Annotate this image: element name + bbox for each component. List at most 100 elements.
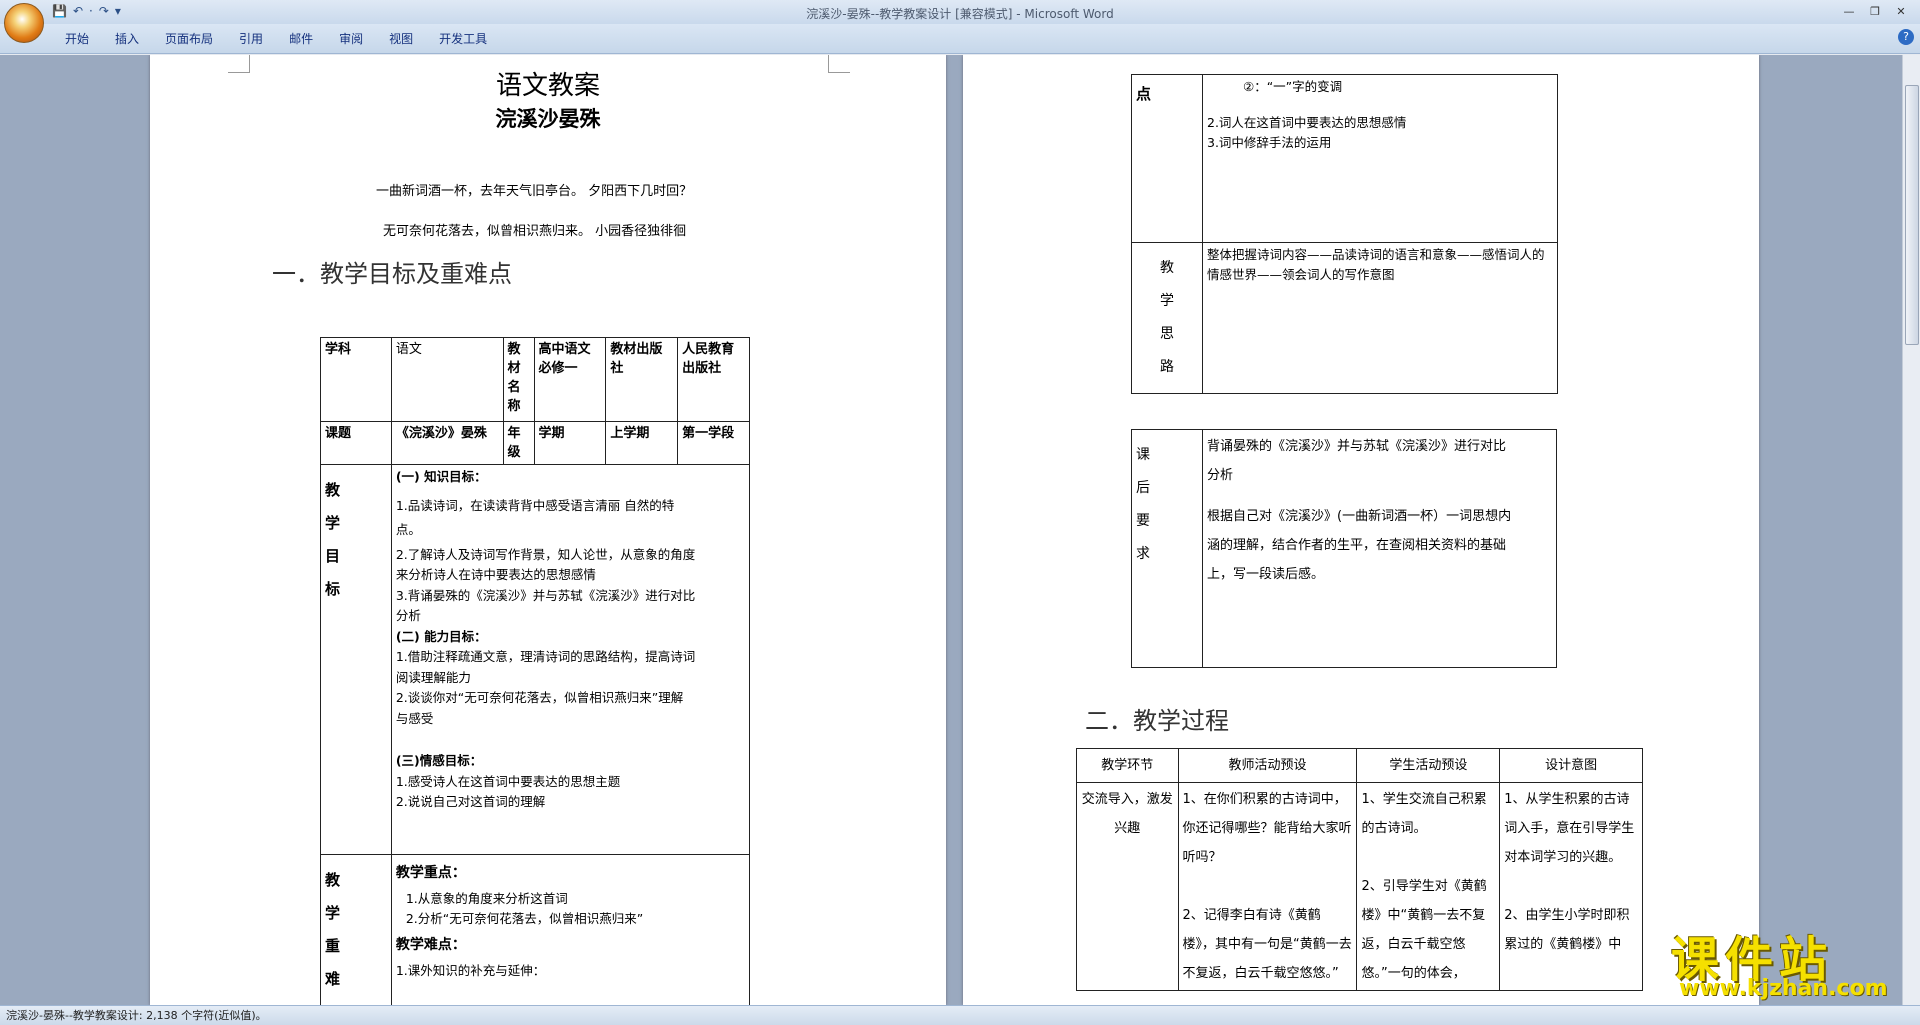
- goal-content-cell: (一) 知识目标： 1.品读诗词，在读读背背中感受语言清丽 自然的特 点。 2.…: [390, 464, 751, 855]
- tab-view[interactable]: 视图: [376, 30, 426, 48]
- text-line: 1.感受诗人在这首词中要表达的思想主题: [395, 773, 621, 789]
- key-content-cell: 教学重点： 1.从意象的角度来分析这首词 2.分析“无可奈何花落去，似曾相识燕归…: [390, 854, 751, 1005]
- window-title: 浣溪沙-晏殊--教学教案设计 [兼容模式] - Microsoft Word: [806, 7, 1114, 21]
- table-cell: 点: [1131, 74, 1203, 243]
- text-line: 1.从意象的角度来分析这首词: [405, 891, 568, 906]
- text-line: 分析: [1207, 468, 1234, 483]
- tab-mailings[interactable]: 邮件: [276, 30, 326, 48]
- label-char: 求: [1136, 546, 1150, 562]
- text-line: 1.借助注释疏通文意，理清诗词的思路结构，提高诗词: [395, 649, 696, 664]
- table-header: 教学环节: [1076, 748, 1179, 783]
- table-header: 教师活动预设: [1177, 748, 1358, 783]
- label-char: 教: [325, 481, 341, 499]
- doc-subtitle: 浣溪沙晏殊: [495, 106, 601, 131]
- tab-page-layout[interactable]: 页面布局: [152, 30, 226, 48]
- text-line: 背诵晏殊的《浣溪沙》并与苏轼《浣溪沙》进行对比: [1207, 439, 1507, 454]
- text-line: 与感受: [395, 710, 434, 726]
- table-cell: 高中语文必修一: [533, 337, 607, 422]
- text-line: 1.课外知识的补充与延伸：: [395, 963, 546, 978]
- tab-review[interactable]: 审阅: [326, 30, 376, 48]
- goal-label-cell: 教学目标: [320, 464, 392, 855]
- idea-label-cell: 教学思路: [1131, 242, 1203, 394]
- text-line: 2.了解诗人及诗词写作背景，知人论世，从意象的角度: [395, 546, 696, 562]
- label-char: 教: [325, 871, 341, 889]
- table-cell: 教材名称: [502, 337, 535, 422]
- after-label-cell: 课后要求: [1131, 429, 1203, 668]
- table-cell: ②：“一”字的变调 2.词人在这首词中要表达的思想感情 3.词中修辞手法的运用: [1202, 74, 1558, 243]
- label-char: 目: [325, 547, 341, 565]
- label-char: 思: [1160, 326, 1174, 342]
- scrollbar-thumb[interactable]: [1905, 85, 1919, 345]
- tab-developer[interactable]: 开发工具: [426, 30, 500, 48]
- text-line: 分析: [395, 608, 421, 623]
- table-cell: 《浣溪沙》晏殊: [390, 421, 504, 465]
- section-heading-2: 二．教学过程: [1085, 707, 1229, 735]
- label-char: 学: [325, 904, 341, 922]
- watermark-url: www.kjzhan.com: [1679, 976, 1888, 1001]
- text-line: 2.分析“无可奈何花落去，似曾相识燕归来”: [405, 911, 644, 926]
- text-line: 2.词人在这首词中要表达的思想感情: [1207, 115, 1407, 130]
- page2-top-table: 点 ②：“一”字的变调 2.词人在这首词中要表达的思想感情 3.词中修辞手法的运…: [1131, 74, 1558, 394]
- close-button[interactable]: ✕: [1888, 2, 1914, 20]
- text-line: 3.背诵晏殊的《浣溪沙》并与苏轼《浣溪沙》进行对比: [395, 587, 696, 603]
- site-watermark: 课件站 www.kjzhan.com: [1665, 920, 1905, 1005]
- label-char: 学: [1160, 293, 1174, 309]
- table-cell: 背诵晏殊的《浣溪沙》并与苏轼《浣溪沙》进行对比 分析 根据自己对《浣溪沙》(一曲…: [1202, 429, 1557, 668]
- text-line: 教学重点：: [395, 865, 466, 881]
- maximize-button[interactable]: ❐: [1862, 2, 1888, 20]
- table-cell: 课题: [320, 421, 392, 465]
- text-line: ②：“一”字的变调: [1243, 79, 1343, 94]
- text-line: 点。: [395, 522, 421, 537]
- text-line: [1207, 490, 1552, 502]
- table-cell: 语文: [390, 337, 504, 422]
- text-line: 根据自己对《浣溪沙》(一曲新词酒一杯）一词思想内: [1207, 509, 1512, 524]
- table-header: 学生活动预设: [1356, 748, 1501, 783]
- poem-line-1: 一曲新词酒一杯，去年天气旧亭台。 夕阳西下几时回？: [376, 184, 693, 199]
- label-char: 教: [1160, 260, 1174, 276]
- objectives-table: 学科 语文 教材名称 高中语文必修一 教材出版社 人民教育出版社 课题 《浣溪沙…: [320, 337, 751, 1005]
- text-line: 教学难点：: [395, 937, 466, 953]
- document-workspace[interactable]: 语文教案 浣溪沙晏殊 一曲新词酒一杯，去年天气旧亭台。 夕阳西下几时回？ 无可奈…: [0, 55, 1902, 1005]
- label-char: 后: [1136, 480, 1150, 496]
- text-line: 2.谈谈你对“无可奈何花落去，似曾相识燕归来”理解: [395, 690, 684, 705]
- table-cell: 1、在你们积累的古诗词中，你还记得哪些？能背给大家听听吗？ 2、记得李白有诗《黄…: [1177, 782, 1358, 991]
- text-line: 上，写一段读后感。: [1207, 567, 1325, 582]
- minimize-button[interactable]: —: [1836, 2, 1862, 20]
- label-char: 路: [1160, 359, 1174, 375]
- label-char: 难: [325, 970, 341, 988]
- tab-references[interactable]: 引用: [226, 30, 276, 48]
- window-controls: — ❐ ✕: [1836, 2, 1914, 20]
- table-cell: 整体把握诗词内容——品读诗词的语言和意象——感悟词人的情感世界——领会词人的写作…: [1202, 242, 1558, 394]
- text-line: 1.品读诗词，在读读背背中感受语言清丽 自然的特: [395, 497, 675, 513]
- text-line: 3.词中修辞手法的运用: [1207, 135, 1332, 150]
- text-line: 阅读理解能力: [395, 669, 471, 685]
- process-table: 教学环节 教师活动预设 学生活动预设 设计意图 交流导入，激发兴趣 1、在你们积…: [1076, 748, 1643, 991]
- label-char: 学: [325, 514, 341, 532]
- homework-table: 课后要求 背诵晏殊的《浣溪沙》并与苏轼《浣溪沙》进行对比 分析 根据自己对《浣溪…: [1131, 429, 1557, 668]
- table-cell: 1、从学生积累的古诗词入手，意在引导学生对本词学习的兴趣。 2、由学生小学时即积…: [1499, 782, 1643, 991]
- tab-insert[interactable]: 插入: [102, 30, 152, 48]
- ribbon-tab-bar: 开始 插入 页面布局 引用 邮件 审阅 视图 开发工具 ?: [0, 24, 1920, 54]
- text-line: (二) 能力目标：: [395, 628, 487, 644]
- table-cell: 第一学段: [677, 421, 750, 465]
- label-char: 要: [1136, 513, 1150, 529]
- label-char: 课: [1136, 447, 1150, 463]
- document-page-2[interactable]: 点 ②：“一”字的变调 2.词人在这首词中要表达的思想感情 3.词中修辞手法的运…: [963, 55, 1759, 1005]
- document-page-1[interactable]: 语文教案 浣溪沙晏殊 一曲新词酒一杯，去年天气旧亭台。 夕阳西下几时回？ 无可奈…: [150, 55, 946, 1005]
- vertical-scrollbar[interactable]: [1902, 55, 1920, 1005]
- tab-home[interactable]: 开始: [52, 30, 102, 48]
- table-cell: 年级: [502, 421, 535, 465]
- poem-line-2: 无可奈何花落去，似曾相识燕归来。 小园香径独徘徊: [383, 224, 687, 239]
- office-button[interactable]: [4, 3, 44, 43]
- table-cell: 人民教育出版社: [677, 337, 750, 422]
- title-bar: 💾 ↶ · ↷ ▾ 浣溪沙-晏殊--教学教案设计 [兼容模式] - Micros…: [0, 0, 1920, 24]
- text-line: (一) 知识目标：: [395, 469, 487, 484]
- table-cell: 教材出版社: [605, 337, 679, 422]
- table-cell: 学期: [533, 421, 607, 465]
- doc-title: 语文教案: [495, 71, 600, 101]
- table-cell: 1、学生交流自己积累的古诗词。 2、引导学生对《黄鹤楼》中“黄鹤一去不复返，白云…: [1356, 782, 1501, 991]
- text-line: (三)情感目标：: [395, 753, 483, 768]
- help-icon[interactable]: ?: [1898, 29, 1914, 45]
- key-label-cell: 教学重难: [320, 854, 392, 1005]
- section-heading-1: 一．教学目标及重难点: [272, 260, 512, 288]
